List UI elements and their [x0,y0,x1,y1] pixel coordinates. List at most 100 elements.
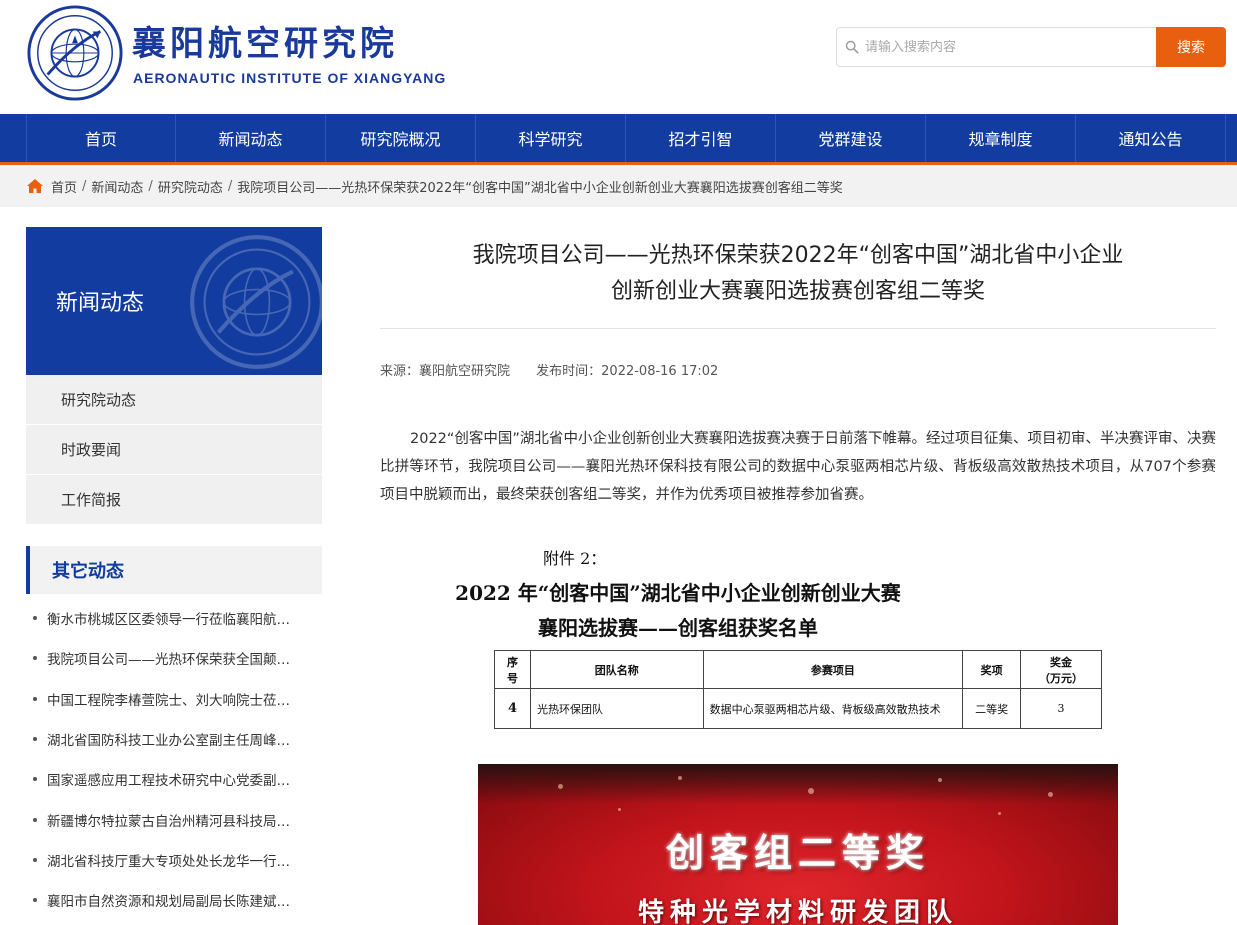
list-item[interactable]: 湖北省国防科技工业办公室副主任周峰… [26,719,322,759]
column-header-project: 参赛项目 [702,650,964,689]
doc-title-line-1-text: 2022 年“创客中国”湖北省中小企业创新创业大赛 [455,581,901,605]
award-list-table: 序号 团队名称 参赛项目 奖项 奖金 （万元） 4 光热环保团队 数据中心泵驱两相… [494,650,1102,729]
bullet-icon [33,898,37,903]
breadcrumb-institute-news[interactable]: 研究院动态 [158,177,223,196]
article-body: 2022“创客中国”湖北省中小企业创新创业大赛襄阳选拔赛决赛于日前落下帷幕。经过… [380,431,1216,503]
breadcrumb-news[interactable]: 新闻动态 [91,177,143,196]
light-sparkle [618,808,621,811]
nav-item-talent[interactable]: 招才引智 [626,114,776,162]
other-news-list: 衡水市桃城区区委领导一行莅临襄阳航… 我院项目公司——光热环保荣获全国颠… 中国… [26,598,322,920]
nav-item-overview[interactable]: 研究院概况 [326,114,476,162]
home-icon[interactable] [26,178,44,194]
list-item-text[interactable]: 衡水市桃城区区委领导一行莅临襄阳航… [47,608,317,628]
breadcrumb-separator: / [82,178,87,194]
header-text: （万元） [1039,671,1084,685]
list-item[interactable]: 国家遥感应用工程技术研究中心党委副… [26,759,322,799]
bullet-icon [33,817,37,822]
sidebar-title: 新闻动态 [56,291,145,316]
list-item-text[interactable]: 新疆博尔特拉蒙古自治州精河县科技局… [47,810,317,830]
light-sparkle [558,784,563,789]
article-divider [380,328,1216,329]
doc-title-line-1: 2022 年“创客中国”湖北省中小企业创新创业大赛 [380,577,1216,606]
search-button[interactable]: 搜索 [1156,27,1226,67]
article-title-line-2: 创新创业大赛襄阳选拔赛创客组二等奖 [610,279,985,304]
main-nav: 首页 新闻动态 研究院概况 科学研究 招才引智 党群建设 规章制度 通知公告 [0,114,1237,165]
cell-bonus: 3 [1020,688,1102,729]
header-text: 号 [506,671,518,685]
article-meta: 来源：襄阳航空研究院 发布时间：2022-08-16 17:02 [380,360,740,379]
doc-attachment-label: 附件 2： [543,549,607,568]
article-source: 来源：襄阳航空研究院 [380,364,511,379]
institute-logo-emblem[interactable] [26,4,124,102]
bullet-icon [33,737,37,742]
photo-award-text: 创客组二等奖 [665,830,930,875]
light-sparkle [938,778,942,782]
breadcrumb-current: 我院项目公司——光热环保荣获2022年“创客中国”湖北省中小企业创新创业大赛襄阳… [237,180,843,196]
list-item-text[interactable]: 中国工程院李椿萱院士、刘大响院士莅… [47,689,317,709]
logo-watermark [190,235,322,369]
column-header-no: 序号 [494,650,531,689]
breadcrumb-bar: 首页 / 新闻动态 / 研究院动态 / 我院项目公司——光热环保荣获2022年“… [0,165,1237,207]
logo-english-name: AERONAUTIC INSTITUTE OF XIANGYANG [133,70,447,86]
article-publish-time: 发布时间：2022-08-16 17:02 [536,364,719,379]
nav-item-rules[interactable]: 规章制度 [926,114,1076,162]
list-item-text[interactable]: 湖北省科技厅重大专项处处长龙华一行… [47,850,317,870]
site-header: 襄阳航空研究院 AERONAUTIC INSTITUTE OF XIANGYAN… [0,0,1237,114]
light-sparkle [998,812,1001,815]
nav-item-home[interactable]: 首页 [26,114,176,162]
bullet-icon [33,616,37,621]
bullet-icon [33,696,37,701]
bullet-icon [33,777,37,782]
doc-title-line-2: 襄阳选拔赛——创客组获奖名单 [380,612,1216,641]
light-sparkle [678,776,682,780]
column-header-bonus: 奖金 （万元） [1020,650,1102,689]
breadcrumb-home[interactable]: 首页 [51,177,77,196]
cell-no: 4 [494,688,531,729]
breadcrumb-separator: / [148,178,153,194]
light-sparkle [1048,792,1053,797]
article-title-line-1: 我院项目公司——光热环保荣获2022年“创客中国”湖北省中小企业 [472,243,1124,268]
search-box [836,27,1156,67]
cell-team: 光热环保团队 [529,688,704,729]
doc-title-line-2-text: 襄阳选拔赛——创客组获奖名单 [538,616,818,640]
nav-item-news[interactable]: 新闻动态 [176,114,326,162]
sidebar-menu: 研究院动态 时政要闻 工作简报 [26,375,322,525]
list-item[interactable]: 襄阳市自然资源和规划局副局长陈建斌… [26,880,322,920]
logo-chinese-name: 襄阳航空研究院 [132,24,398,64]
article-title: 我院项目公司——光热环保荣获2022年“创客中国”湖北省中小企业 创新创业大赛襄… [380,238,1216,310]
column-header-award: 奖项 [962,650,1022,689]
other-news-heading: 其它动态 [26,546,322,594]
list-item[interactable]: 湖北省科技厅重大专项处处长龙华一行… [26,840,322,880]
table-row: 4 光热环保团队 数据中心泵驱两相芯片级、背板级高效散热技术 二等奖 3 [494,688,1102,729]
table-header-row: 序号 团队名称 参赛项目 奖项 奖金 （万元） [494,650,1102,689]
header-text: 序 [506,655,518,669]
sidebar-item-policy-news[interactable]: 时政要闻 [26,425,322,475]
list-item[interactable]: 中国工程院李椿萱院士、刘大响院士莅… [26,679,322,719]
sidebar-item-work-briefs[interactable]: 工作简报 [26,475,322,525]
breadcrumb-separator: / [227,178,233,194]
list-item-text[interactable]: 我院项目公司——光热环保荣获全国颠… [47,648,317,668]
list-item-text[interactable]: 国家遥感应用工程技术研究中心党委副… [47,769,317,789]
nav-item-notices[interactable]: 通知公告 [1076,114,1226,162]
search-icon [845,40,859,54]
sidebar-item-institute-news[interactable]: 研究院动态 [26,375,322,425]
breadcrumb: 首页 / 新闻动态 / 研究院动态 / 我院项目公司——光热环保荣获2022年“… [26,165,843,207]
nav-item-party[interactable]: 党群建设 [776,114,926,162]
photo-stage-top [478,764,1118,804]
award-ceremony-photo: 创客组二等奖 特种光学材料研发团队 [478,764,1118,925]
list-item[interactable]: 衡水市桃城区区委领导一行莅临襄阳航… [26,598,322,638]
cell-project: 数据中心泵驱两相芯片级、背板级高效散热技术 [702,688,964,729]
header-text: 奖金 [1050,655,1073,669]
bullet-icon [33,656,37,661]
search-input[interactable] [865,39,1145,55]
photo-team-text: 特种光学材料研发团队 [637,898,958,925]
column-header-team: 团队名称 [529,650,704,689]
list-item-text[interactable]: 湖北省国防科技工业办公室副主任周峰… [47,729,317,749]
light-sparkle [808,788,814,794]
list-item[interactable]: 新疆博尔特拉蒙古自治州精河县科技局… [26,799,322,839]
list-item[interactable]: 我院项目公司——光热环保荣获全国颠… [26,638,322,678]
nav-item-research[interactable]: 科学研究 [476,114,626,162]
bullet-icon [33,857,37,862]
list-item-text[interactable]: 襄阳市自然资源和规划局副局长陈建斌… [47,890,317,910]
sidebar-banner: 新闻动态 [26,227,322,375]
